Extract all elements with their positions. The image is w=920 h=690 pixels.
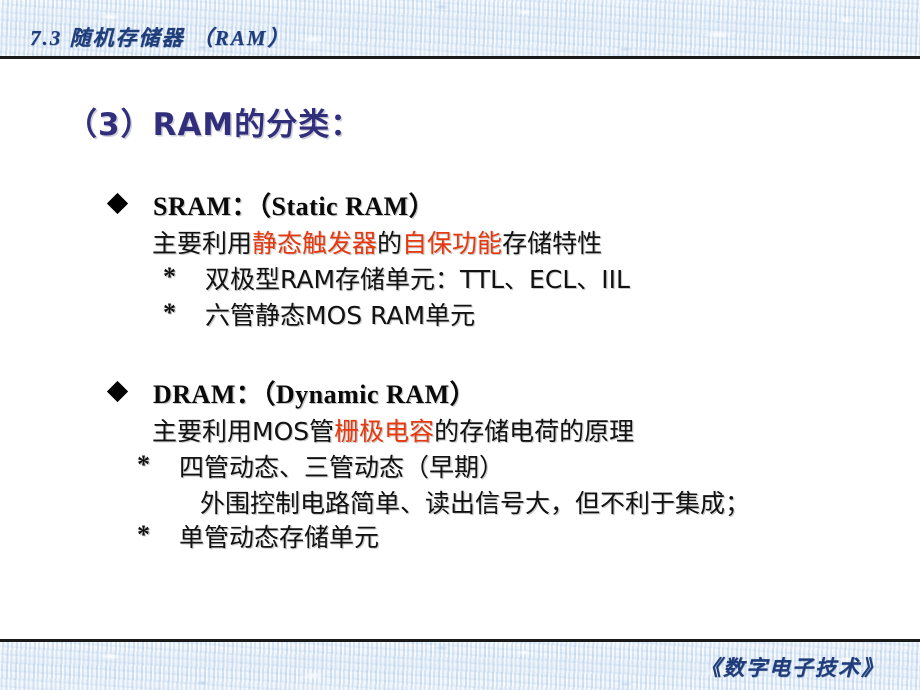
slide-header-title: 7.3 随机存储器 （RAM） <box>30 26 291 50</box>
dram-desc-run-3: 的存储电荷的原理 <box>434 417 635 446</box>
sram-desc-run-3: 的 <box>377 229 403 258</box>
sram-sub-item-1-text: 双极型RAM存储单元：TTL、ECL、IIL <box>205 265 630 294</box>
diamond-bullet-icon <box>106 380 129 403</box>
sram-bullet-row: SRAM：（Static RAM） <box>0 186 920 226</box>
dram-bullet-row: DRAM：（Dynamic RAM） <box>0 374 920 414</box>
sram-desc-run-4: 自保功能 <box>402 229 503 258</box>
sram-desc-run-5: 存储特性 <box>502 229 603 258</box>
dram-sub-item-3-text: 单管动态存储单元 <box>179 523 380 552</box>
dram-desc-run-2: 栅极电容 <box>334 417 435 446</box>
sram-sub-item-1-mark: * <box>163 262 176 291</box>
dram-sub-item-3-mark: * <box>137 520 150 549</box>
slide-footer-title: 《数字电子技术》 <box>700 656 884 680</box>
sram-heading: SRAM：（Static RAM） <box>153 192 436 221</box>
dram-sub-item-1-text: 四管动态、三管动态（早期） <box>179 453 505 482</box>
sram-desc-run-2: 静态触发器 <box>252 229 378 258</box>
sram-sub-item-2-mark: * <box>163 298 176 327</box>
dram-block: DRAM：（Dynamic RAM） 主要利用MOS管栅极电容的存储电荷的原理 … <box>0 374 920 552</box>
dram-description: 主要利用MOS管栅极电容的存储电荷的原理 <box>152 412 634 448</box>
page-title: （3）RAM的分类： <box>66 107 363 143</box>
dram-sub-item-2-text: 外围控制电路简单、读出信号大，但不利于集成； <box>200 489 751 518</box>
dram-sub-item-1-mark: * <box>137 450 150 479</box>
sram-description: 主要利用静态触发器的自保功能存储特性 <box>152 224 602 260</box>
slide-body: （3）RAM的分类： SRAM：（Static RAM） 主要利用静态触发器的自… <box>0 56 920 642</box>
slide-canvas: 7.3 随机存储器 （RAM） （3）RAM的分类： SRAM：（Static … <box>0 0 920 690</box>
sram-block: SRAM：（Static RAM） 主要利用静态触发器的自保功能存储特性 * 双… <box>0 186 920 330</box>
diamond-bullet-icon <box>106 192 129 215</box>
dram-desc-run-1: 主要利用MOS管 <box>152 417 335 446</box>
sram-desc-run-1: 主要利用 <box>152 229 253 258</box>
dram-heading: DRAM：（Dynamic RAM） <box>153 380 477 409</box>
sram-sub-item-2-text: 六管静态MOS RAM单元 <box>205 301 476 330</box>
